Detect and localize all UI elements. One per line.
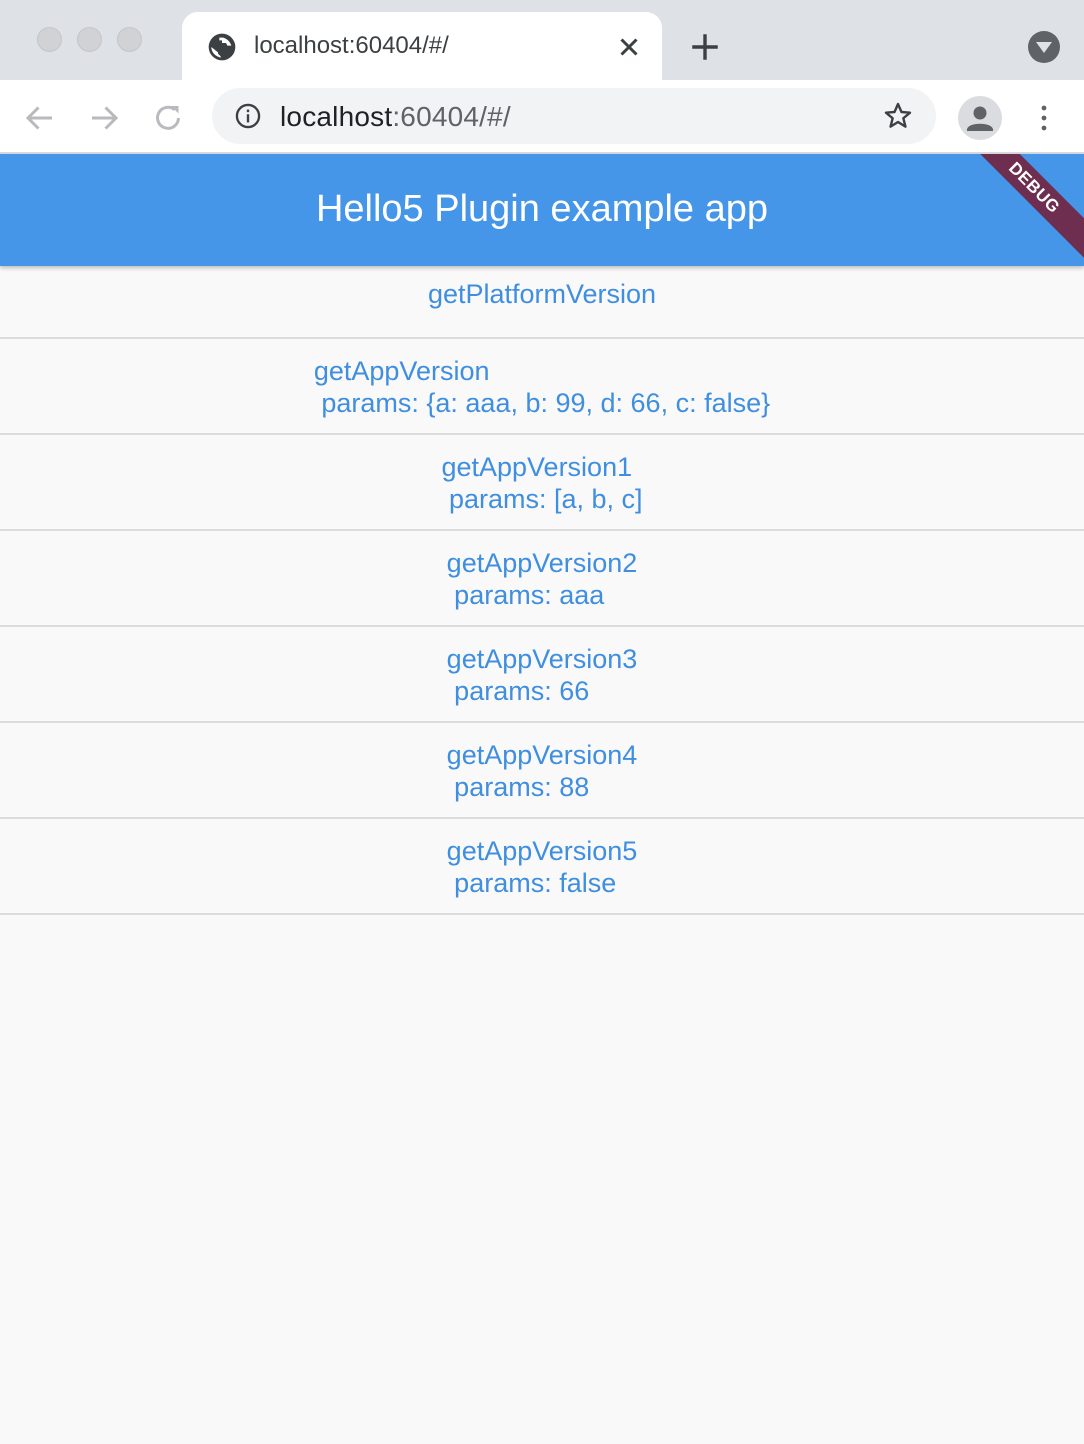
list-item[interactable]: getAppVersion3 params: 66: [0, 627, 1084, 723]
address-bar[interactable]: localhost:60404/#/: [212, 88, 936, 144]
list-item[interactable]: getAppVersion2 params: aaa: [0, 531, 1084, 627]
list-item-label[interactable]: getAppVersion5 params: false: [447, 835, 638, 913]
bookmark-star-icon[interactable]: [882, 100, 914, 132]
page-title: Hello5 Plugin example app: [315, 188, 769, 230]
close-tab-icon[interactable]: [614, 32, 644, 62]
forward-icon[interactable]: [86, 100, 122, 136]
list-item[interactable]: getPlatformVersion: [0, 266, 1084, 339]
url-path: :60404/#/: [392, 101, 511, 132]
list-item[interactable]: getAppVersion params: {a: aaa, b: 99, d:…: [0, 339, 1084, 435]
list-item-label[interactable]: getAppVersion params: {a: aaa, b: 99, d:…: [314, 355, 770, 433]
reload-icon[interactable]: [150, 100, 186, 136]
app-bar: Hello5 Plugin example app DEBUG: [0, 154, 1084, 266]
list-item-label[interactable]: getAppVersion3 params: 66: [447, 643, 638, 721]
info-icon[interactable]: [234, 102, 262, 130]
list-item-label[interactable]: getAppVersion4 params: 88: [447, 739, 638, 817]
tab-title: localhost:60404/#/: [254, 32, 449, 59]
new-tab-icon[interactable]: [688, 30, 722, 64]
browser-toolbar: localhost:60404/#/: [0, 80, 1084, 154]
list-item[interactable]: getAppVersion1 params: [a, b, c]: [0, 435, 1084, 531]
method-list: getPlatformVersion getAppVersion params:…: [0, 266, 1084, 915]
list-item-label[interactable]: getAppVersion2 params: aaa: [447, 547, 638, 625]
list-item[interactable]: getAppVersion4 params: 88: [0, 723, 1084, 819]
url-text: localhost:60404/#/: [280, 101, 511, 133]
globe-icon: [208, 33, 236, 61]
back-icon[interactable]: [22, 100, 58, 136]
browser-tab[interactable]: localhost:60404/#/: [182, 12, 662, 80]
url-host: localhost: [280, 101, 393, 132]
zoom-window-button[interactable]: [117, 27, 142, 52]
minimize-window-button[interactable]: [77, 27, 102, 52]
list-item[interactable]: getAppVersion5 params: false: [0, 819, 1084, 915]
profile-avatar-icon[interactable]: [958, 96, 1002, 140]
list-item-label[interactable]: getAppVersion1 params: [a, b, c]: [441, 451, 642, 529]
list-item-label[interactable]: getPlatformVersion: [428, 278, 656, 337]
more-menu-icon[interactable]: [1032, 100, 1056, 136]
tab-search-icon[interactable]: [1028, 31, 1060, 63]
tab-strip: localhost:60404/#/: [0, 0, 1084, 80]
close-window-button[interactable]: [37, 27, 62, 52]
